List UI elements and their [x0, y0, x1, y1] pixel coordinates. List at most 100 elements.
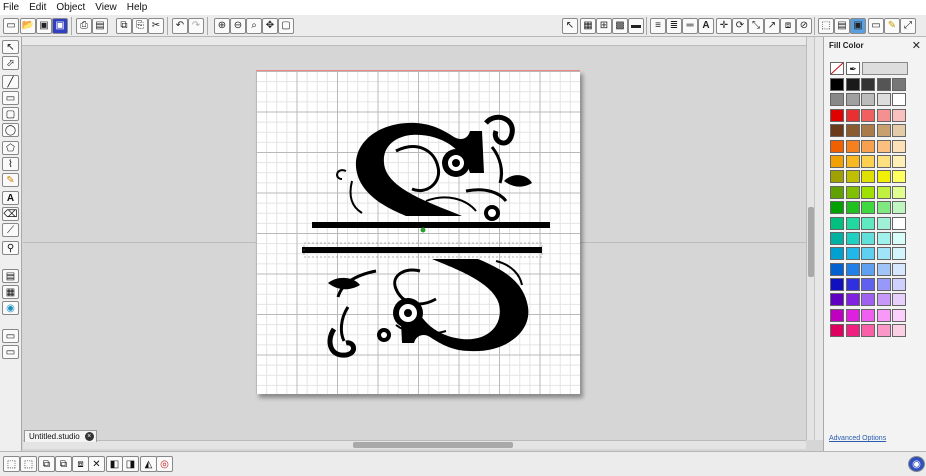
undo-icon[interactable]: ↶ — [172, 18, 188, 34]
color-swatch[interactable] — [892, 262, 906, 276]
edit-points-icon[interactable]: ⬀ — [2, 56, 19, 70]
paste-icon[interactable]: ⎘ — [132, 18, 148, 34]
color-swatch[interactable] — [845, 78, 860, 91]
offset-icon[interactable]: ⊘ — [796, 18, 812, 34]
menu-file[interactable]: File — [3, 2, 19, 13]
color-swatch[interactable] — [861, 154, 875, 168]
delete-icon[interactable]: ✕ — [88, 456, 105, 472]
cut-icon[interactable]: ✂ — [148, 18, 164, 34]
color-swatch[interactable] — [861, 247, 875, 261]
color-swatch[interactable] — [861, 93, 875, 107]
menu-edit[interactable]: Edit — [29, 2, 46, 13]
knife-icon[interactable]: ⟋ — [2, 223, 19, 237]
color-swatch[interactable] — [845, 216, 860, 230]
color-swatch[interactable] — [892, 201, 906, 215]
color-swatch[interactable] — [892, 78, 906, 91]
color-swatch[interactable] — [830, 216, 844, 230]
color-swatch[interactable] — [845, 324, 860, 338]
ellipse-tool-icon[interactable]: ◯ — [2, 123, 19, 137]
line-style-icon[interactable]: ═ — [682, 18, 698, 34]
color-swatch[interactable] — [876, 262, 891, 276]
color-swatch[interactable] — [892, 231, 906, 245]
target-icon[interactable]: ◎ — [156, 456, 173, 472]
eraser-icon[interactable]: ⌫ — [2, 207, 19, 221]
color-swatch[interactable] — [861, 201, 875, 215]
deselect-icon[interactable]: ⬚ — [20, 456, 37, 472]
color-swatch[interactable] — [876, 308, 891, 322]
eyedropper-picker-icon[interactable]: ✒ — [846, 62, 860, 75]
color-swatch[interactable] — [861, 293, 875, 307]
color-swatch[interactable] — [861, 308, 875, 322]
monogram-artwork[interactable] — [256, 71, 580, 395]
color-swatch[interactable] — [861, 262, 875, 276]
color-swatch[interactable] — [830, 93, 844, 107]
color-swatch[interactable] — [876, 324, 891, 338]
color-swatch[interactable] — [845, 293, 860, 307]
color-swatch[interactable] — [830, 293, 844, 307]
print-icon[interactable]: ⎙ — [76, 18, 92, 34]
store-icon[interactable]: ▣ — [850, 18, 866, 34]
transform-icon[interactable]: ✛ — [716, 18, 732, 34]
group-icon[interactable]: ⧉ — [38, 456, 55, 472]
panel-toggle-icon[interactable]: ▭ — [868, 18, 884, 34]
curve-tool-icon[interactable]: ⌇ — [2, 157, 19, 171]
copy-icon[interactable]: ⧉ — [116, 18, 132, 34]
color-swatch[interactable] — [876, 201, 891, 215]
color-swatch[interactable] — [876, 93, 891, 107]
menu-object[interactable]: Object — [56, 2, 85, 13]
color-swatch[interactable] — [830, 108, 844, 122]
move-icon[interactable]: ↗ — [764, 18, 780, 34]
color-swatch[interactable] — [892, 124, 906, 138]
color-swatch[interactable] — [876, 278, 891, 292]
store-panel-icon[interactable]: ◉ — [2, 301, 19, 315]
color-swatch[interactable] — [845, 185, 860, 199]
color-swatch[interactable] — [830, 154, 844, 168]
color-swatch[interactable] — [845, 308, 860, 322]
color-swatch[interactable] — [892, 108, 906, 122]
pan-icon[interactable]: ✥ — [262, 18, 278, 34]
menu-help[interactable]: Help — [127, 2, 148, 13]
color-swatch[interactable] — [892, 93, 906, 107]
align-icon[interactable]: ≣ — [666, 18, 682, 34]
color-swatch[interactable] — [830, 139, 844, 153]
color-swatch[interactable] — [876, 108, 891, 122]
color-swatch[interactable] — [892, 170, 906, 184]
color-swatch[interactable] — [892, 278, 906, 292]
color-swatch[interactable] — [861, 170, 875, 184]
color-swatch[interactable] — [892, 216, 906, 230]
color-swatch[interactable] — [861, 139, 875, 153]
text-icon[interactable]: A — [698, 18, 714, 34]
color-swatch[interactable] — [830, 231, 844, 245]
color-swatch[interactable] — [876, 124, 891, 138]
line-tool-icon[interactable]: ╱ — [2, 75, 19, 89]
color-swatch[interactable] — [830, 247, 844, 261]
close-icon[interactable]: ✕ — [912, 39, 921, 52]
color-swatch[interactable] — [830, 201, 844, 215]
color-swatch[interactable] — [861, 216, 875, 230]
pen-icon[interactable]: ✎ — [884, 18, 900, 34]
color-swatch[interactable] — [876, 154, 891, 168]
color-swatch[interactable] — [876, 139, 891, 153]
color-swatch[interactable] — [830, 124, 844, 138]
rotate-icon[interactable]: ⟳ — [732, 18, 748, 34]
color-swatch[interactable] — [892, 308, 906, 322]
color-swatch[interactable] — [861, 324, 875, 338]
color-swatch[interactable] — [845, 247, 860, 261]
save-as-icon[interactable]: ▣ — [52, 18, 68, 34]
horizontal-scrollbar[interactable] — [23, 440, 806, 449]
redo-icon[interactable]: ↷ — [188, 18, 204, 34]
open-icon[interactable]: 📂 — [20, 18, 36, 34]
panel-b-icon[interactable]: ▭ — [2, 345, 19, 359]
menu-view[interactable]: View — [95, 2, 117, 13]
weld-icon[interactable]: ◭ — [140, 456, 157, 472]
polygon-tool-icon[interactable]: ⬠ — [2, 141, 19, 155]
document-tab[interactable]: Untitled.studio × — [24, 430, 97, 442]
color-swatch[interactable] — [861, 108, 875, 122]
send-back-icon[interactable]: ◨ — [122, 456, 139, 472]
scale-icon[interactable]: ⤡ — [748, 18, 764, 34]
color-swatch[interactable] — [876, 78, 891, 91]
page-setup-icon[interactable]: ▦ — [580, 18, 596, 34]
close-tab-icon[interactable]: × — [84, 432, 94, 441]
color-swatch[interactable] — [845, 154, 860, 168]
color-swatch[interactable] — [845, 93, 860, 107]
